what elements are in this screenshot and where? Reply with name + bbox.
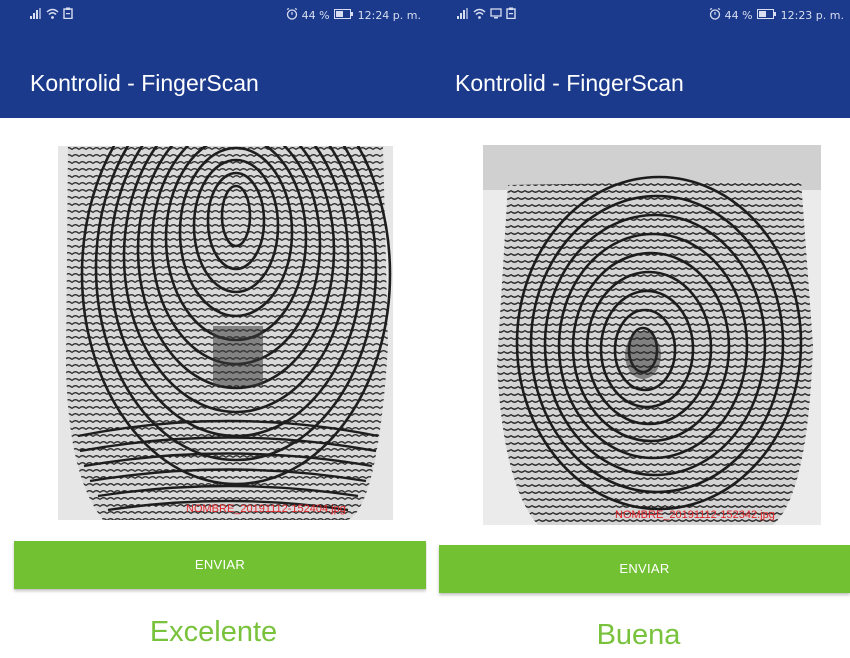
fingerprint-image [58, 146, 393, 520]
send-button[interactable]: ENVIAR [439, 545, 850, 593]
fingerprint-filename: NOMBRE_20191112-152404.jpg [186, 503, 346, 515]
cast-icon [490, 7, 502, 22]
fingerprint-filename: NOMBRE_20191112-152342.jpg [615, 509, 775, 521]
clipboard-icon [63, 7, 73, 22]
quality-label: Excelente [149, 616, 278, 648]
app-bar: Kontrolid - FingerScan [427, 30, 850, 118]
clipboard-icon [506, 7, 516, 22]
battery-percent: 44 % [724, 9, 753, 22]
wifi-icon [473, 8, 486, 22]
phone-screen-right: 44 % 12:23 p. m. Kontrolid - FingerScan [427, 0, 850, 658]
alarm-icon [709, 7, 721, 23]
status-bar: 44 % 12:23 p. m. [427, 0, 850, 30]
app-title: Kontrolid - FingerScan [30, 70, 259, 96]
battery-icon [333, 9, 354, 22]
status-time: 12:24 p. m. [357, 9, 421, 22]
signal-icon [30, 7, 42, 22]
signal-icon [457, 7, 469, 22]
fingerprint-image [483, 145, 821, 525]
app-bar: Kontrolid - FingerScan [0, 30, 427, 118]
battery-percent: 44 % [301, 9, 330, 22]
send-button[interactable]: ENVIAR [14, 541, 426, 589]
phone-screen-left: 44 % 12:24 p. m. Kontrolid - FingerScan [0, 0, 427, 658]
quality-label: Buena [596, 619, 681, 651]
battery-icon [756, 9, 777, 22]
alarm-icon [286, 7, 298, 23]
status-bar: 44 % 12:24 p. m. [0, 0, 427, 30]
status-time: 12:23 p. m. [780, 9, 844, 22]
wifi-icon [46, 8, 59, 22]
app-title: Kontrolid - FingerScan [455, 70, 684, 96]
